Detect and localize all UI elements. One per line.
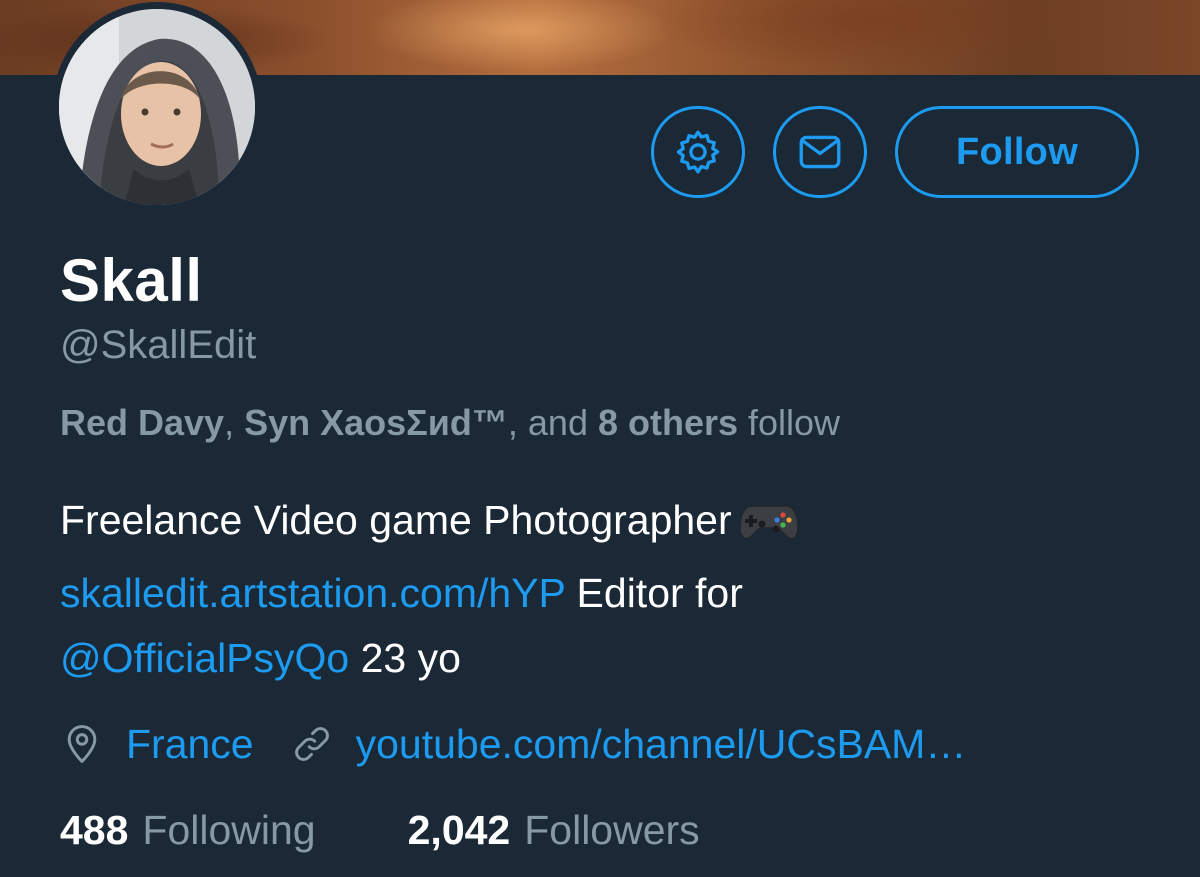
followers-stat[interactable]: 2,042 Followers [408, 807, 700, 854]
follower-name: Syn XaosΣиd™ [244, 402, 508, 443]
message-button[interactable] [773, 106, 867, 198]
bio-line: skalledit.artstation.com/hYP Editor for [60, 561, 1160, 626]
location-link[interactable]: France [126, 721, 254, 768]
profile-name: Skall [60, 247, 203, 314]
profile-handle: @SkallEdit [60, 323, 257, 367]
website-link[interactable]: youtube.com/channel/UCsBAM… [356, 721, 967, 768]
profile-meta: France youtube.com/channel/UCsBAM… [60, 714, 966, 774]
followers-count: 2,042 [407, 806, 511, 853]
follow-button-label: Follow [955, 130, 1079, 173]
follower-name: Red Davy [60, 402, 225, 443]
gamepad-icon [738, 496, 800, 561]
follow-button[interactable]: Follow [895, 106, 1139, 198]
profile-stats: 488 Following 2,042 Followers [60, 800, 700, 860]
bio-text: Freelance Video game Photographer [60, 497, 732, 543]
envelope-icon [795, 127, 845, 177]
gear-icon [673, 127, 723, 177]
following-label: Following [142, 806, 316, 853]
link-icon [290, 722, 334, 766]
bio-line: @OfficialPsyQo 23 yo [60, 626, 1160, 691]
following-stat[interactable]: 488 Following [60, 807, 316, 854]
bio-mention[interactable]: @OfficialPsyQo [60, 635, 349, 681]
separator-text: , and [507, 402, 598, 443]
profile-bio: Freelance Video game Photographer skalle… [60, 488, 1160, 691]
bio-line: Freelance Video game Photographer [60, 488, 1160, 561]
separator-text: , [224, 402, 245, 443]
followed-by-line[interactable]: Red Davy, Syn XaosΣиd™, and 8 others fol… [60, 402, 840, 444]
avatar[interactable] [52, 2, 262, 212]
bio-link[interactable]: skalledit.artstation.com/hYP [60, 570, 565, 616]
following-count: 488 [60, 806, 129, 853]
bio-text: 23 yo [349, 635, 461, 681]
followers-label: Followers [524, 806, 700, 853]
others-count: 8 others [597, 402, 739, 443]
location-pin-icon [60, 722, 104, 766]
bio-text: Editor for [565, 570, 743, 616]
settings-button[interactable] [651, 106, 745, 198]
avatar-photo [59, 9, 255, 205]
follow-suffix: follow [738, 402, 841, 443]
